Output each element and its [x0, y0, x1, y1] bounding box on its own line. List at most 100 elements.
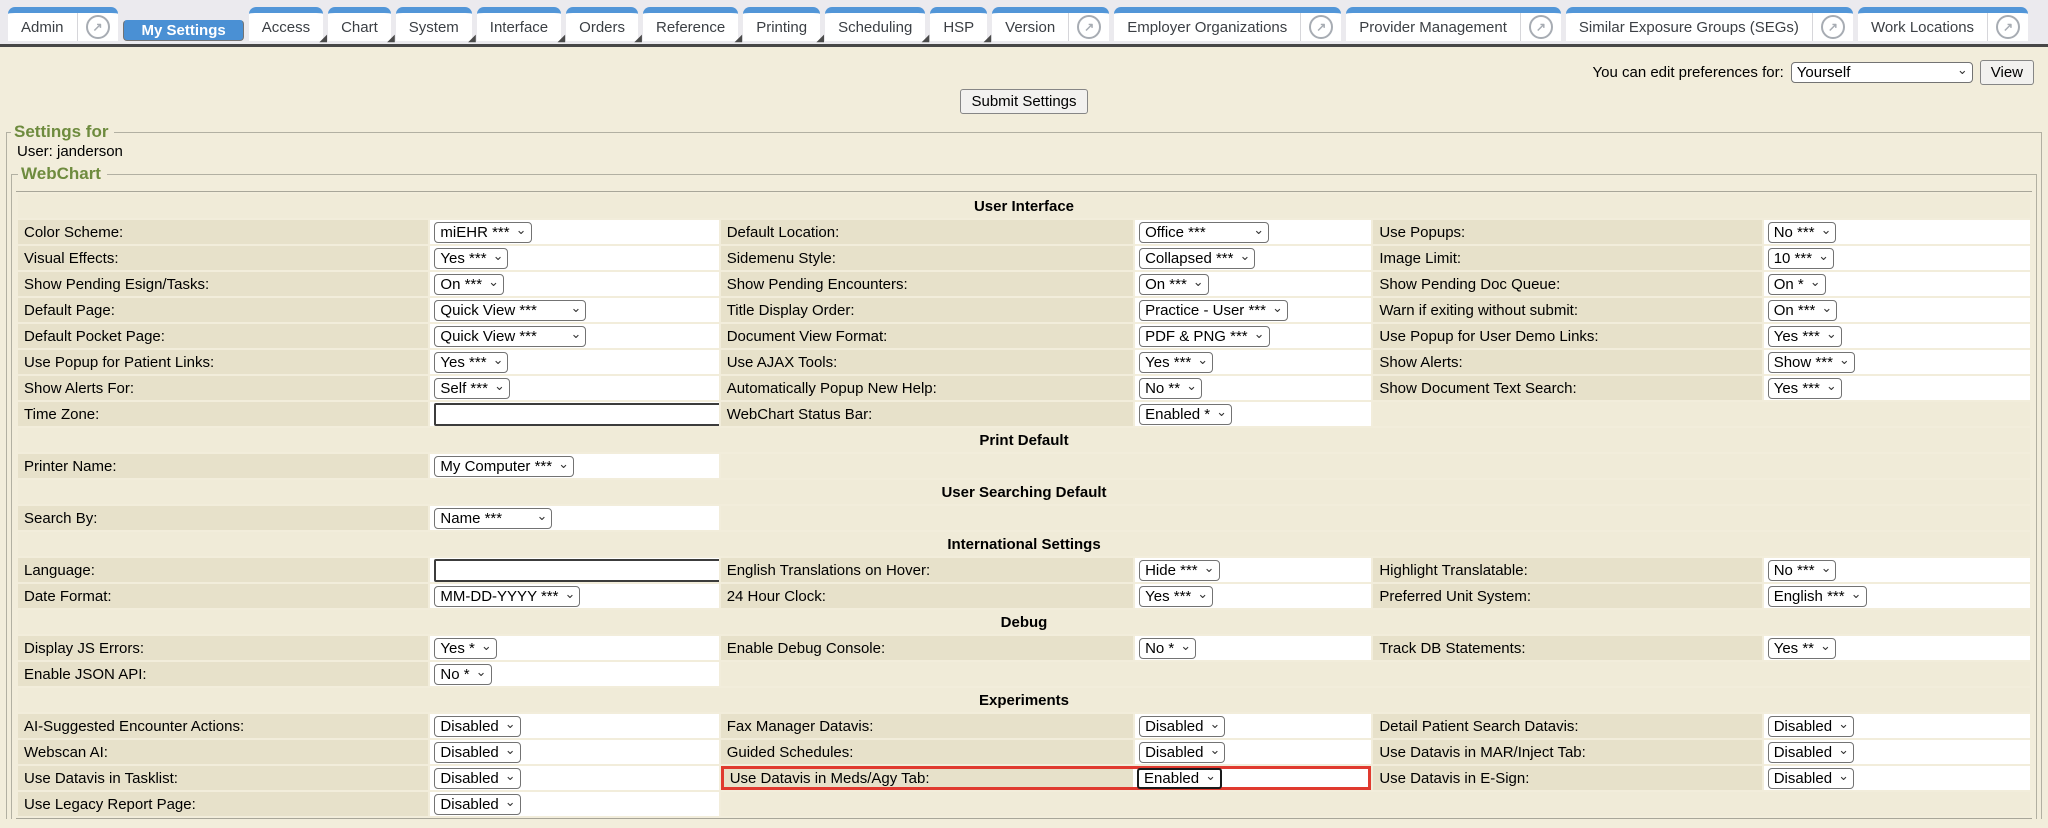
track-db-statements-select[interactable]: Yes ** — [1768, 638, 1836, 659]
show-alerts-select[interactable]: Show *** — [1768, 352, 1855, 373]
tab-external-link[interactable] — [1987, 13, 2028, 41]
chevron-down-icon — [1198, 562, 1215, 579]
settings-for-fieldset: Settings for User: janderson WebChart Us… — [6, 122, 2042, 819]
image-limit-select[interactable]: 10 *** — [1768, 248, 1834, 269]
enable-json-api-select[interactable]: No * — [434, 664, 491, 685]
tab-employer-organizations[interactable]: Employer Organizations — [1114, 7, 1341, 41]
use-popup-for-patient-links-select[interactable]: Yes *** — [434, 352, 508, 373]
time-zone-input[interactable] — [434, 403, 718, 426]
tab-external-link[interactable] — [1068, 13, 1109, 41]
title-display-order-select[interactable]: Practice - User *** — [1139, 300, 1288, 321]
default-pocket-page-select[interactable]: Quick View *** — [434, 326, 586, 347]
tab-external-link[interactable] — [77, 13, 118, 41]
tab-work-locations[interactable]: Work Locations — [1858, 7, 2028, 41]
tab-system[interactable]: System — [396, 7, 472, 41]
setting-value-cell: MM-DD-YYYY *** — [430, 584, 718, 608]
tab-label: Reference — [643, 13, 738, 41]
tab-scheduling[interactable]: Scheduling — [825, 7, 925, 41]
tab-external-link[interactable] — [1300, 13, 1341, 41]
enable-debug-console-select[interactable]: No * — [1139, 638, 1196, 659]
select-value: Disabled — [1774, 744, 1832, 761]
printer-name-select[interactable]: My Computer *** — [434, 456, 574, 477]
use-legacy-report-page-select[interactable]: Disabled — [434, 794, 520, 815]
chevron-down-icon — [531, 510, 548, 527]
highlight-translatable-select[interactable]: No *** — [1768, 560, 1837, 581]
language-input[interactable] — [434, 559, 718, 582]
date-format-select[interactable]: MM-DD-YYYY *** — [434, 586, 580, 607]
settings-row: Time Zone:WebChart Status Bar:Enabled * — [18, 402, 2030, 426]
use-popup-for-user-demo-links-select[interactable]: Yes *** — [1768, 326, 1842, 347]
guided-schedules-select[interactable]: Disabled — [1139, 742, 1225, 763]
warn-if-exiting-without-submit-select[interactable]: On *** — [1768, 300, 1838, 321]
show-pending-doc-queue-label: Show Pending Doc Queue: — [1373, 272, 1761, 296]
tab-access[interactable]: Access — [249, 7, 323, 41]
preferred-unit-system-select[interactable]: English *** — [1768, 586, 1867, 607]
use-datavis-in-e-sign-select[interactable]: Disabled — [1768, 768, 1854, 789]
show-pending-encounters-select[interactable]: On *** — [1139, 274, 1209, 295]
time-zone-label: Time Zone: — [18, 402, 428, 426]
select-value: On *** — [1145, 276, 1187, 293]
webscan-ai-label: Webscan AI: — [18, 740, 428, 764]
use-datavis-in-meds-agy-tab-label: Use Datavis in Meds/Agy Tab: — [724, 769, 1133, 787]
select-value: Yourself — [1797, 64, 1851, 81]
tab-external-link[interactable] — [1812, 13, 1853, 41]
preferences-for-select[interactable]: Yourself — [1791, 62, 1973, 83]
use-datavis-in-meds-agy-tab-select[interactable]: Enabled — [1137, 768, 1222, 789]
ai-suggested-encounter-actions-select[interactable]: Disabled — [434, 716, 520, 737]
setting-value-cell: Disabled — [1764, 714, 2030, 738]
show-pending-esign-tasks-select[interactable]: On *** — [434, 274, 504, 295]
submit-settings-button[interactable]: Submit Settings — [960, 89, 1087, 114]
setting-value-cell: Disabled — [1764, 766, 2030, 790]
search-by-select[interactable]: Name *** — [434, 508, 552, 529]
default-page-select[interactable]: Quick View *** — [434, 300, 586, 321]
sidemenu-style-select[interactable]: Collapsed *** — [1139, 248, 1255, 269]
english-translations-on-hover-label: English Translations on Hover: — [721, 558, 1133, 582]
select-value: Disabled — [1145, 744, 1203, 761]
fax-manager-datavis-select[interactable]: Disabled — [1139, 716, 1225, 737]
tab-similar-exposure-groups-segs[interactable]: Similar Exposure Groups (SEGs) — [1566, 7, 1853, 41]
chevron-down-icon — [1804, 276, 1821, 293]
detail-patient-search-datavis-select[interactable]: Disabled — [1768, 716, 1854, 737]
english-translations-on-hover-select[interactable]: Hide *** — [1139, 560, 1219, 581]
webscan-ai-select[interactable]: Disabled — [434, 742, 520, 763]
tab-printing[interactable]: Printing — [743, 7, 820, 41]
tab-orders[interactable]: Orders — [566, 7, 638, 41]
visual-effects-select[interactable]: Yes *** — [434, 248, 508, 269]
tab-interface[interactable]: Interface — [477, 7, 561, 41]
tab-external-link[interactable] — [1520, 13, 1561, 41]
tab-admin[interactable]: Admin — [8, 7, 118, 41]
automatically-popup-new-help-select[interactable]: No ** — [1139, 378, 1202, 399]
view-button[interactable]: View — [1980, 60, 2034, 85]
color-scheme-select[interactable]: miEHR *** — [434, 222, 531, 243]
webchart-status-bar-select[interactable]: Enabled * — [1139, 404, 1232, 425]
document-view-format-select[interactable]: PDF & PNG *** — [1139, 326, 1269, 347]
default-location-select[interactable]: Office *** — [1139, 222, 1269, 243]
tab-label: Scheduling — [825, 13, 925, 41]
use-datavis-in-mar-inject-tab-select[interactable]: Disabled — [1768, 742, 1854, 763]
select-value: Yes *** — [1774, 380, 1820, 397]
tab-version[interactable]: Version — [992, 7, 1109, 41]
show-document-text-search-select[interactable]: Yes *** — [1768, 378, 1842, 399]
chevron-down-icon — [1203, 718, 1220, 735]
tab-label: Work Locations — [1858, 13, 1987, 41]
use-popups-select[interactable]: No *** — [1768, 222, 1837, 243]
chevron-down-icon — [1191, 354, 1208, 371]
display-js-errors-select[interactable]: Yes * — [434, 638, 496, 659]
show-alerts-for-select[interactable]: Self *** — [434, 378, 509, 399]
select-value: No * — [1145, 640, 1174, 657]
tab-reference[interactable]: Reference — [643, 7, 738, 41]
tab-bar: AdminMy SettingsAccessChartSystemInterfa… — [0, 0, 2048, 44]
setting-value-cell: Enabled — [1133, 769, 1368, 787]
settings-row: Use Popup for Patient Links:Yes ***Use A… — [18, 350, 2030, 374]
tab-my-settings[interactable]: My Settings — [123, 20, 244, 41]
select-value: Yes *** — [1774, 328, 1820, 345]
show-pending-doc-queue-select[interactable]: On * — [1768, 274, 1826, 295]
tab-chart[interactable]: Chart — [328, 7, 391, 41]
select-value: No * — [440, 666, 469, 683]
24-hour-clock-select[interactable]: Yes *** — [1139, 586, 1213, 607]
use-ajax-tools-select[interactable]: Yes *** — [1139, 352, 1213, 373]
use-datavis-in-tasklist-select[interactable]: Disabled — [434, 768, 520, 789]
tab-hsp[interactable]: HSP — [930, 7, 987, 41]
setting-value-cell: Quick View *** — [430, 324, 718, 348]
tab-provider-management[interactable]: Provider Management — [1346, 7, 1561, 41]
